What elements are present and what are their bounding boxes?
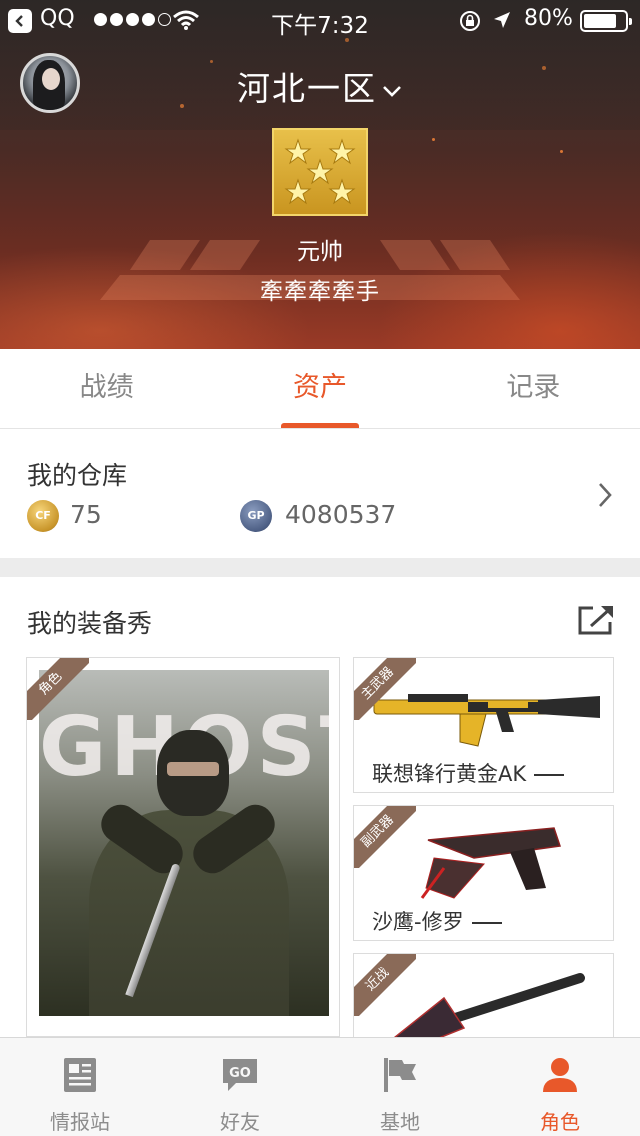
character-card[interactable]: GHOST 角色 (26, 657, 340, 1037)
section-divider (0, 558, 640, 577)
melee-weapon-card[interactable]: 近战 (353, 953, 614, 1043)
equipment-title: 我的装备秀 (27, 609, 153, 638)
rotation-lock-icon (460, 11, 480, 31)
go-chat-icon: GO (223, 1059, 257, 1091)
primary-weapon-tag: 主武器 (354, 658, 416, 720)
ember-particle (432, 138, 435, 141)
player-nickname: 牽牽牽牽手 (260, 279, 380, 305)
share-icon[interactable] (577, 604, 615, 636)
character-tag: 角色 (27, 658, 89, 720)
location-arrow-icon (494, 12, 510, 28)
nav-friends[interactable]: GO 好友 (160, 1038, 320, 1136)
gp-balance: 4080537 (285, 500, 397, 529)
ember-particle (560, 150, 563, 153)
battery-icon (580, 10, 632, 32)
tab-stats[interactable]: 战绩 (0, 349, 213, 428)
secondary-weapon-tag: 副武器 (354, 806, 416, 868)
desert-eagle-image (420, 827, 561, 899)
nav-base-label: 基地 (380, 1110, 420, 1134)
warehouse-section[interactable]: 我的仓库 (0, 430, 640, 558)
tab-bar: 战绩 资产 记录 (0, 349, 640, 429)
news-icon (64, 1058, 96, 1092)
tab-records[interactable]: 记录 (427, 349, 640, 428)
nav-character[interactable]: 角色 (480, 1038, 640, 1136)
battery-percent: 80% (524, 6, 573, 31)
rank-badge-icon (272, 128, 368, 216)
chevron-right-icon[interactable] (596, 480, 614, 510)
nav-friends-label: 好友 (220, 1110, 260, 1134)
bottom-nav: 情报站 GO 好友 基地 角色 (0, 1037, 640, 1136)
svg-text:GO: GO (229, 1066, 251, 1081)
server-selector[interactable]: 河北一区 (0, 62, 640, 110)
nav-base[interactable]: 基地 (320, 1038, 480, 1136)
character-image: GHOST (39, 670, 329, 1016)
tab-assets[interactable]: 资产 (213, 349, 426, 428)
server-name: 河北一区 (237, 69, 377, 108)
status-bar: QQ 下午7:32 80% (0, 0, 640, 40)
primary-weapon-name: 联想锋行黄金AK (372, 758, 565, 788)
rank-title: 元帅 (297, 239, 343, 265)
primary-weapon-card[interactable]: 主武器 联想锋行黄金AK (353, 657, 614, 793)
secondary-weapon-name: 沙鹰-修罗 (372, 906, 502, 936)
warehouse-title: 我的仓库 (27, 461, 128, 490)
nav-news-label: 情报站 (50, 1110, 110, 1134)
cf-coin-balance: 75 (70, 500, 102, 529)
flag-icon (384, 1058, 416, 1092)
person-icon (543, 1058, 577, 1092)
secondary-weapon-card[interactable]: 副武器 沙鹰-修罗 (353, 805, 614, 941)
gp-coin-icon: GP (240, 500, 272, 532)
melee-weapon-tag: 近战 (354, 954, 416, 1016)
cf-coin-icon: CF (27, 500, 59, 532)
nav-news[interactable]: 情报站 (0, 1038, 160, 1136)
nav-character-label: 角色 (540, 1110, 580, 1134)
chevron-down-icon (383, 85, 401, 97)
